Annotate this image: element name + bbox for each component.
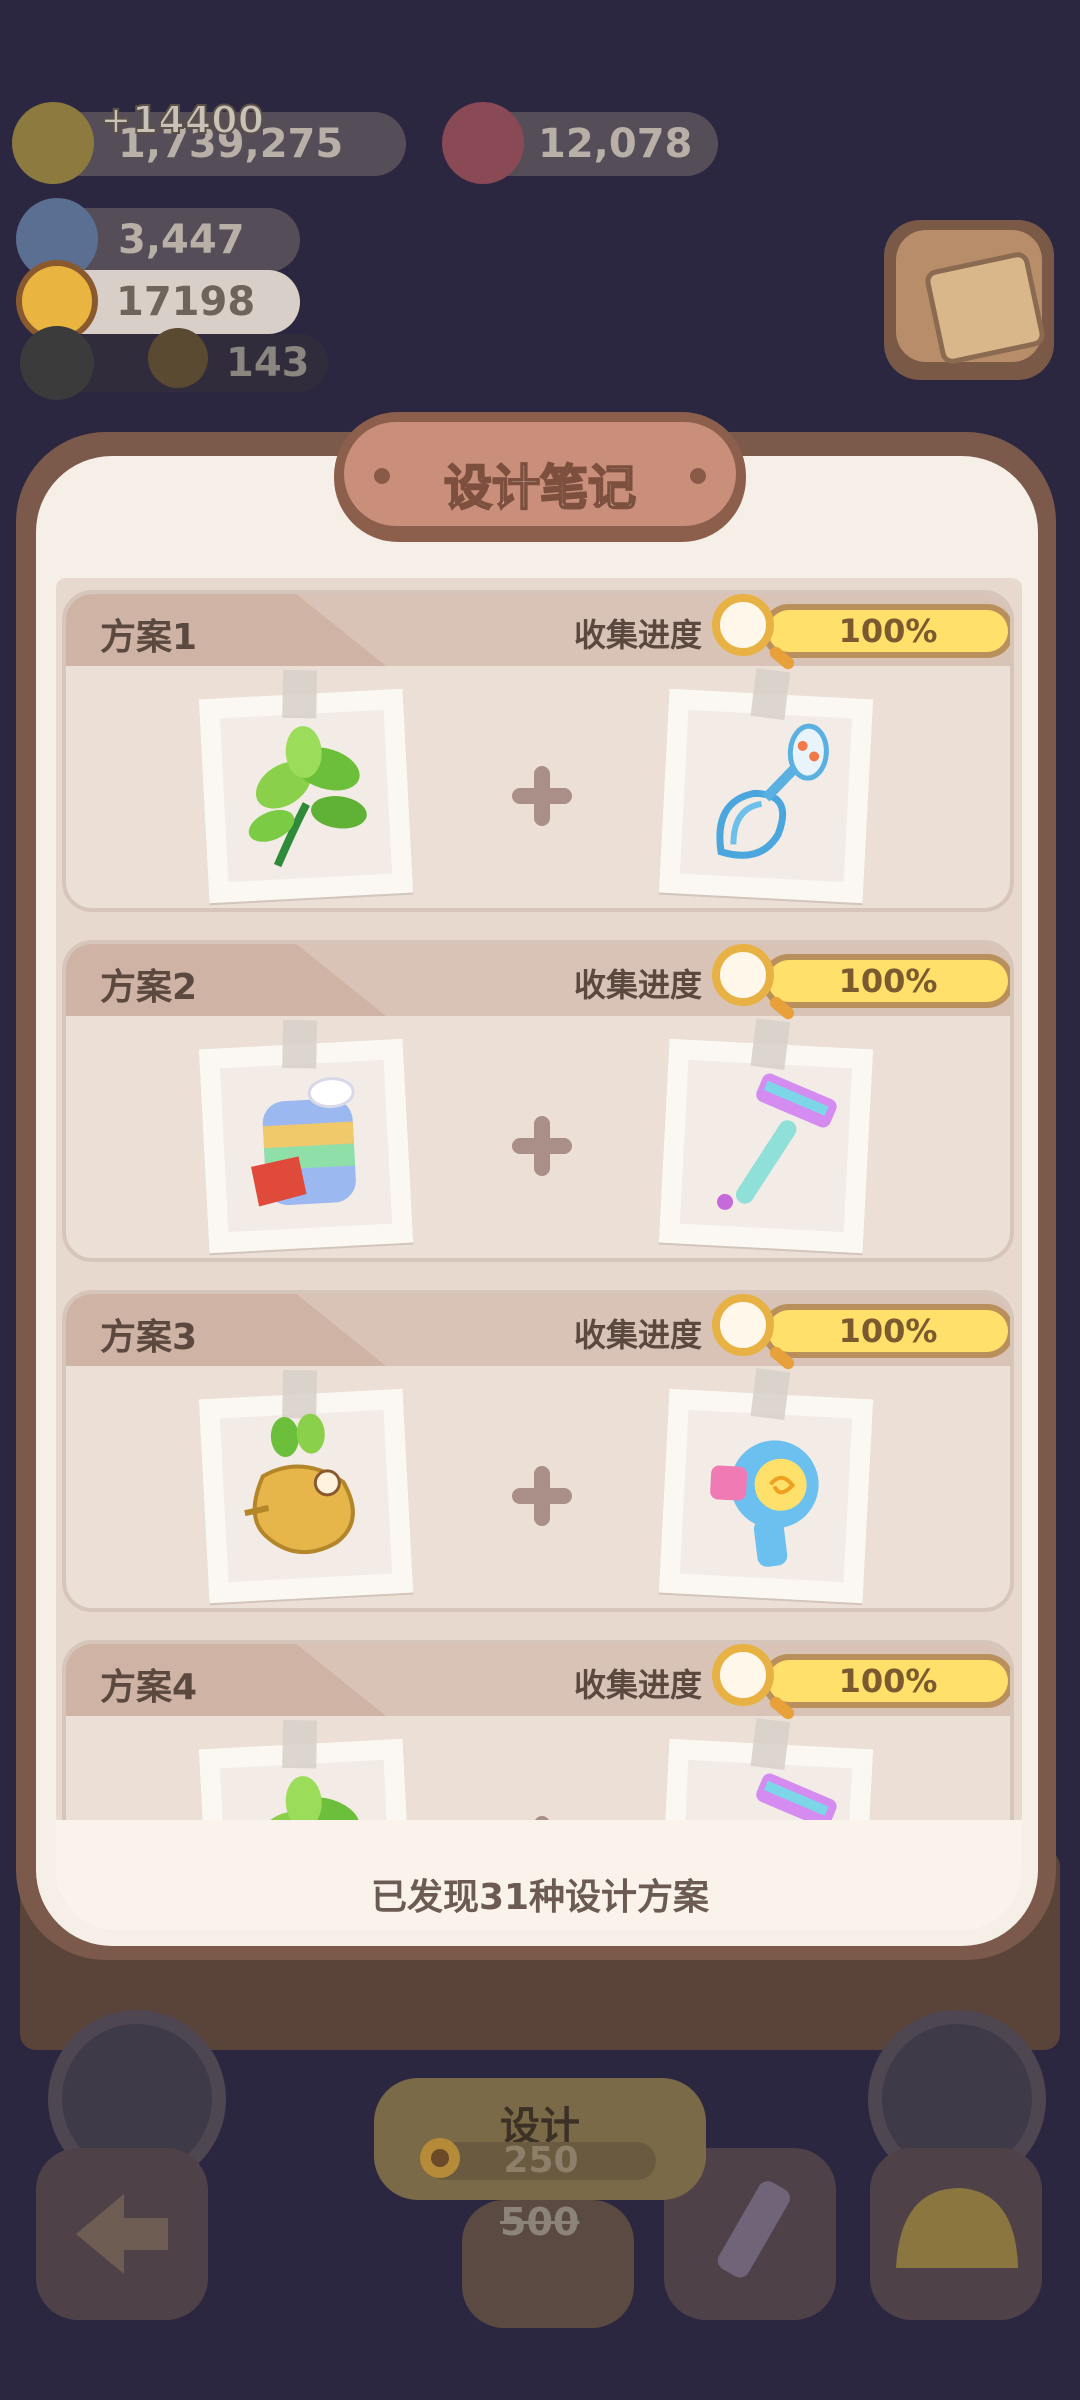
magnifier-icon: [712, 1644, 774, 1706]
design-button[interactable]: 设计 250: [374, 2078, 706, 2200]
magnifier-icon: [712, 1294, 774, 1356]
herb-icon: [220, 710, 393, 886]
gems-value: 12,078: [538, 121, 693, 167]
hair-dryer-icon: [680, 1410, 853, 1586]
ingredient-photo: [658, 1368, 874, 1604]
gems-counter: 12,078: [442, 102, 718, 184]
pets-counter: 143: [20, 326, 328, 400]
found-schemes-text: 已发现31种设计方案: [370, 1877, 710, 1918]
progress-percent: 100%: [838, 612, 938, 650]
book-icon: [923, 250, 1047, 366]
coin-gain-text: +14400: [99, 97, 265, 143]
progress-percent: 100%: [838, 1662, 938, 1700]
razor-icon: [680, 1060, 853, 1236]
scheme-name: 方案1: [100, 617, 198, 658]
design-book-button[interactable]: [884, 220, 1054, 380]
progress-bar: 100%: [762, 604, 1010, 658]
magnifier-icon: [712, 594, 774, 656]
progress-label: 收集进度: [574, 1666, 703, 1704]
back-button[interactable]: [36, 2148, 208, 2320]
helmet-icon: [896, 2188, 1018, 2268]
scheme-name: 方案4: [100, 1667, 198, 1708]
arrow-left-icon: [76, 2194, 168, 2274]
scheme-list[interactable]: 方案1 收集进度 100% 方案2 收集进度 100% 方案3 收集进度 100…: [56, 578, 1022, 1826]
ingredient-photo: [198, 1719, 414, 1826]
scheme-card[interactable]: 方案1 收集进度 100%: [62, 590, 1014, 912]
progress-bar: 100%: [762, 954, 1010, 1008]
progress-bar: 100%: [762, 1304, 1010, 1358]
ingredient-photo: [658, 1018, 874, 1254]
herb-icon: [220, 1760, 393, 1826]
sunflower-counter: 17198: [16, 260, 300, 342]
dialog-title: 设计笔记: [443, 459, 637, 517]
ingredient-photo: [198, 1019, 414, 1254]
magnifier-icon: [712, 944, 774, 1006]
scheme-card[interactable]: 方案2 收集进度 100%: [62, 940, 1014, 1262]
progress-label: 收集进度: [574, 1316, 703, 1354]
plus-icon: [512, 1466, 572, 1526]
strawberry-gem-icon: [442, 102, 524, 184]
progress-percent: 100%: [838, 1312, 938, 1350]
ingredient-photo: [198, 669, 414, 904]
scheme-name: 方案2: [100, 967, 198, 1008]
lion-icon: [148, 328, 208, 388]
scheme-name: 方案3: [100, 1317, 198, 1358]
ingredient-photo: [198, 1369, 414, 1604]
coin-face-icon: [12, 102, 94, 184]
rainbow-bag-icon: [220, 1060, 393, 1236]
progress-label: 收集进度: [574, 966, 703, 1004]
crystals-value: 3,447: [118, 217, 245, 263]
razor-icon: [680, 1760, 853, 1826]
mandrake-icon: [220, 1410, 393, 1586]
sunflower-dim-icon: [20, 326, 94, 400]
scheme-card[interactable]: 方案3 收集进度 100%: [62, 1290, 1014, 1612]
whisk-icon: [680, 710, 853, 886]
progress-bar: 100%: [762, 1654, 1010, 1708]
sunflower-value: 17198: [116, 279, 256, 325]
plus-icon: [512, 766, 572, 826]
progress-label: 收集进度: [574, 616, 703, 654]
plus-icon: [512, 1116, 572, 1176]
old-cost: 500: [500, 2200, 580, 2244]
design-cost-value: 250: [503, 2140, 579, 2181]
progress-percent: 100%: [838, 962, 938, 1000]
pets-value: 143: [226, 340, 310, 386]
ingredient-photo: [658, 668, 874, 904]
sunflower-small-icon: [420, 2138, 460, 2178]
scheme-card[interactable]: 方案4 收集进度 100%: [62, 1640, 1014, 1826]
helmet-button[interactable]: [870, 2148, 1042, 2320]
ingredient-photo: [658, 1718, 874, 1826]
